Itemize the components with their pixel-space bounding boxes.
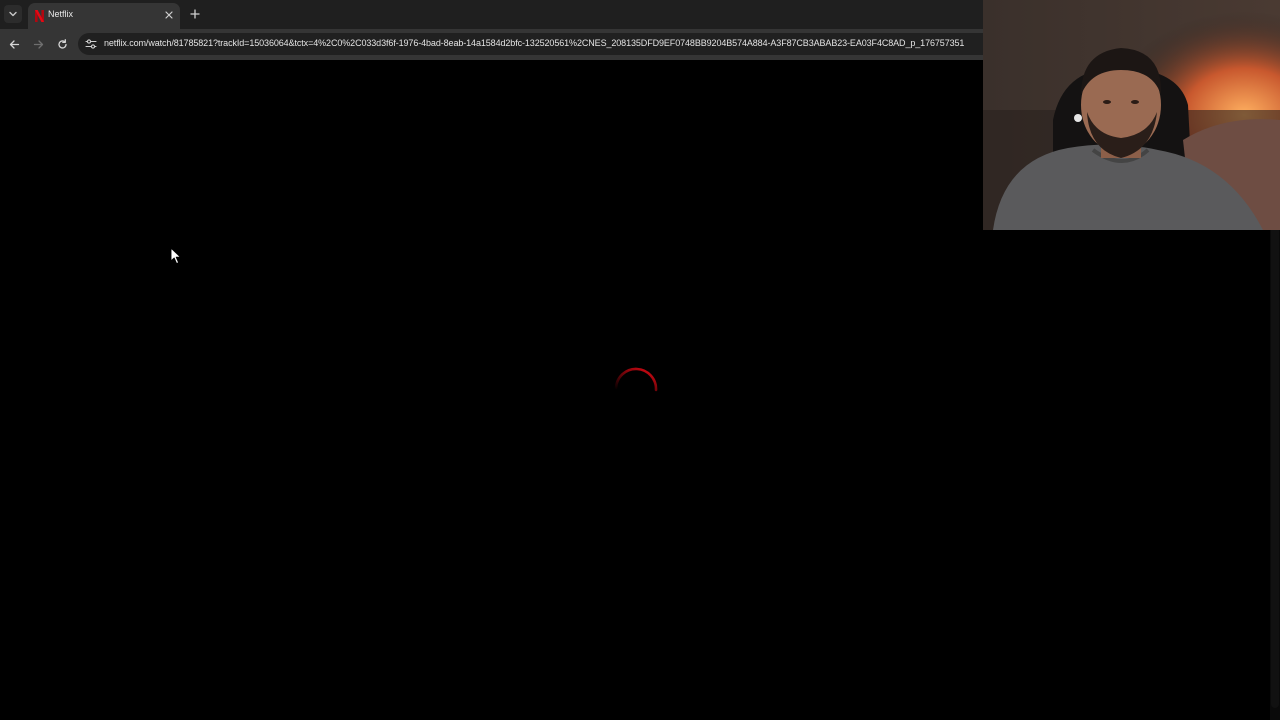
address-bar[interactable]: netflix.com/watch/81785821?trackId=15036… xyxy=(78,33,983,55)
forward-button[interactable] xyxy=(30,36,46,52)
arrow-right-icon xyxy=(33,39,43,49)
tab-netflix[interactable]: Netflix xyxy=(28,3,180,29)
mouse-cursor-icon xyxy=(170,247,181,264)
screen: Netflix netflix.com/watch/81785821?track… xyxy=(0,0,1280,720)
new-tab-button[interactable] xyxy=(187,6,203,22)
netflix-n-icon xyxy=(35,10,44,22)
back-button[interactable] xyxy=(6,36,22,52)
reload-icon xyxy=(57,38,67,49)
arrow-left-icon xyxy=(9,39,19,49)
tab-close-button[interactable] xyxy=(163,9,175,21)
tune-icon[interactable] xyxy=(85,38,97,50)
plus-icon xyxy=(190,9,200,19)
tab-title: Netflix xyxy=(48,9,74,19)
tab-search-button[interactable] xyxy=(4,5,22,23)
webcam-feed xyxy=(983,0,1280,230)
close-icon xyxy=(165,11,173,19)
loading-spinner xyxy=(614,367,658,392)
chevron-down-icon xyxy=(9,11,17,17)
url-text[interactable]: netflix.com/watch/81785821?trackId=15036… xyxy=(104,38,964,48)
webcam-overlay xyxy=(983,0,1280,230)
reload-button[interactable] xyxy=(54,36,70,52)
